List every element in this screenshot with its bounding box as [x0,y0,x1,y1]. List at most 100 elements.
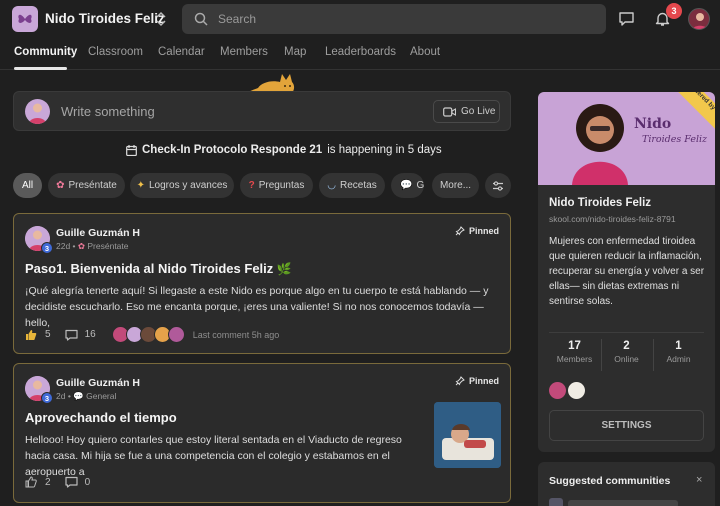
last-comment: Last comment 5h ago [192,329,280,340]
tab-about[interactable]: About [410,46,440,58]
stat-members[interactable]: 17 Members [549,340,600,364]
flower-icon: ✿ [77,241,86,251]
filter-general[interactable]: 💬Ge [391,173,424,198]
close-icon[interactable]: × [696,474,702,486]
filter-preguntas[interactable]: ? Preguntas [240,173,313,198]
member-avatars [549,382,585,399]
comment-icon[interactable] [64,476,78,488]
tab-classroom[interactable]: Classroom [88,46,143,58]
party-icon: ✦ [136,180,145,191]
stat-online[interactable]: 2 Online [601,340,652,364]
post-thumbnail[interactable] [434,402,501,468]
active-tab-indicator [14,67,67,70]
filter-label: Preguntas [258,180,305,191]
host-photo [572,104,628,185]
event-banner[interactable]: Check-In Protocolo Responde 21 is happen… [126,144,442,156]
tab-members[interactable]: Members [220,46,268,58]
go-live-label: Go Live [461,106,496,117]
user-avatar[interactable] [688,8,710,30]
post-card[interactable]: 3 Guille Guzmán H 22d • ✿ Preséntate Pin… [13,213,511,354]
stat-label: Admin [666,354,691,364]
post-title-text: Paso1. Bienvenida al Nido Tiroides Feliz [25,261,274,276]
author-avatar[interactable]: 3 [25,226,53,254]
post-time: 22d [56,241,71,251]
notification-badge: 3 [666,3,682,19]
group-info-card: Nido Tiroides Feliz powered by skool Nid… [538,92,715,452]
composer-avatar [25,99,50,124]
bowl-icon: ◡ [327,180,337,191]
chat-icon[interactable] [618,10,635,27]
suggested-community-icon[interactable] [549,498,563,506]
thumbs-up-icon[interactable] [25,329,37,341]
group-cover[interactable]: Nido Tiroides Feliz powered by skool [538,92,715,185]
filter-more[interactable]: More... [432,173,479,198]
butterfly-icon [18,14,32,23]
event-name: Check-In Protocolo Responde 21 [142,144,323,156]
suggested-community-name[interactable] [568,500,678,506]
post-card[interactable]: 3 Guille Guzmán H 2d • 💬 General Pinned … [13,363,511,503]
post-category[interactable]: General [86,391,116,401]
event-suffix: is happening in 5 days [327,144,442,156]
tab-map[interactable]: Map [284,46,306,58]
filter-label: Preséntate [68,180,117,191]
speech-icon: 💬 [73,391,84,401]
suggested-communities: Suggested communities × [538,462,715,506]
filter-label: All [21,180,34,191]
member-avatar[interactable] [549,382,566,399]
post-author[interactable]: Guille Guzmán H [56,227,140,239]
nav-tabs: Community Classroom Calendar Members Map… [0,38,720,70]
like-count: 2 [45,476,51,488]
post-stats: 2 0 [25,476,90,488]
tab-leaderboards[interactable]: Leaderboards [325,46,396,58]
calendar-icon [126,144,137,156]
tab-calendar[interactable]: Calendar [158,46,205,58]
settings-button[interactable]: SETTINGS [549,410,704,441]
post-category[interactable]: Preséntate [87,241,128,251]
commenter-avatar[interactable] [167,326,185,343]
search-bar[interactable] [182,4,606,34]
pinned-label: Pinned [455,376,499,386]
post-author[interactable]: Guille Guzmán H [56,377,140,389]
filter-recetas[interactable]: ◡ Recetas [319,173,385,198]
speech-icon: 💬 [400,180,413,191]
cover-subtitle: Tiroides Feliz [642,134,708,145]
filter-label: More... [439,180,472,191]
filter-settings-button[interactable] [485,173,511,198]
plant-icon: 🌿 [276,262,292,276]
filter-all[interactable]: All [13,173,42,198]
filter-logros[interactable]: ✦ Logros y avances [130,173,234,198]
post-body: ¡Qué alegría tenerte aquí! Si llegaste a… [25,285,489,329]
pin-icon [455,376,465,386]
group-name[interactable]: Nido Tiroides Feliz [45,11,165,26]
post-time: 2d [56,391,66,401]
post-title[interactable]: Paso1. Bienvenida al Nido Tiroides Feliz… [25,261,292,276]
comment-icon[interactable] [64,329,78,341]
stat-admin[interactable]: 1 Admin [653,340,704,364]
pinned-text: Pinned [468,226,499,236]
filter-label: Ge [416,180,424,191]
commenter-avatars [111,326,185,343]
group-url[interactable]: skool.com/nido-tiroides-feliz-8791 [549,214,676,224]
video-camera-icon [443,106,456,117]
member-avatar[interactable] [568,382,585,399]
filter-label: Recetas [340,180,377,191]
pinned-label: Pinned [455,226,499,236]
search-input[interactable] [218,4,588,34]
comment-count: 0 [84,476,91,488]
tab-community[interactable]: Community [14,46,77,58]
flower-icon: ✿ [56,180,65,191]
sliders-icon [493,180,503,191]
suggested-title: Suggested communities [549,475,671,487]
post-body: Hellooo! Hoy quiero contarles que estoy … [25,434,402,478]
post-title[interactable]: Aprovechando el tiempo [25,410,177,425]
cover-title: Nido [634,116,672,132]
thumbs-up-icon[interactable] [25,476,37,488]
filter-presentate[interactable]: ✿ Preséntate [48,173,125,198]
post-composer[interactable]: Write something Go Live [13,91,511,131]
composer-placeholder[interactable]: Write something [61,104,155,119]
go-live-button[interactable]: Go Live [433,100,500,123]
group-description: Mujeres con enfermedad tiroidea que quie… [549,236,705,307]
switch-group-icon[interactable] [155,11,167,27]
author-avatar[interactable]: 3 [25,376,53,404]
group-logo[interactable] [12,6,38,32]
